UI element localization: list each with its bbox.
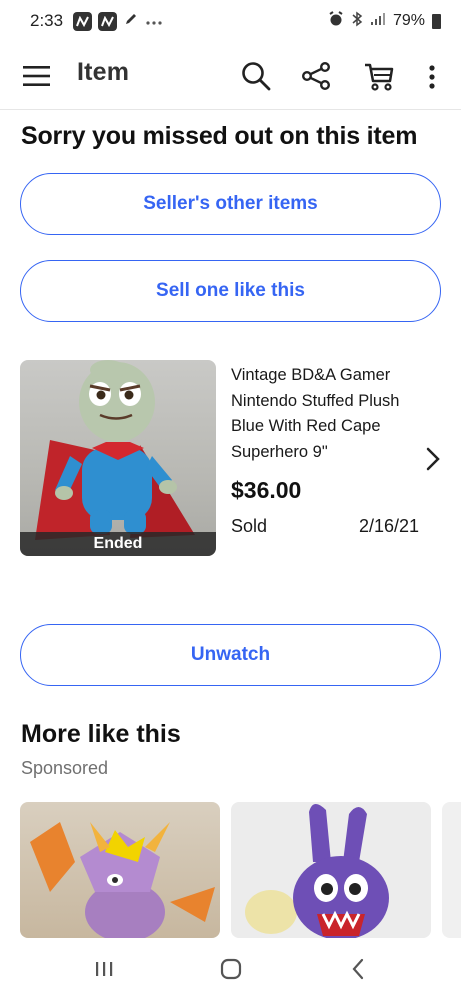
recommendation-card[interactable]	[442, 802, 461, 938]
menu-icon[interactable]	[22, 62, 50, 90]
more-dots-icon	[145, 11, 163, 31]
unwatch-button[interactable]: Unwatch	[20, 624, 441, 686]
home-icon[interactable]	[201, 949, 261, 989]
item-price: $36.00	[231, 477, 302, 503]
share-icon[interactable]	[300, 60, 332, 92]
item-title: Vintage BD&A Gamer Nintendo Stuffed Plus…	[231, 366, 400, 461]
status-time: 2:33	[30, 11, 64, 30]
status-left: 2:33	[30, 11, 163, 32]
overflow-menu-icon[interactable]	[422, 62, 442, 92]
recent-apps-icon[interactable]	[74, 949, 134, 989]
battery-percent: 79%	[392, 12, 425, 29]
system-nav-bar	[0, 938, 461, 1000]
bluetooth-icon	[351, 11, 363, 32]
sold-date: 2/16/21	[358, 516, 419, 536]
sellers-other-items-button[interactable]: Seller's other items	[20, 173, 441, 235]
ended-badge: Ended	[20, 532, 216, 556]
battery-icon	[432, 13, 441, 29]
sold-label: Sold	[231, 516, 268, 536]
recommendation-card[interactable]	[231, 802, 431, 938]
item-card[interactable]: Ended Vintage BD&A Gamer Nintendo Stuffe…	[20, 360, 441, 556]
item-image: Ended	[20, 360, 216, 556]
n-notification-icon	[98, 11, 118, 31]
search-icon[interactable]	[240, 60, 272, 92]
alarm-icon	[328, 10, 344, 32]
sponsored-label: Sponsored	[21, 758, 109, 778]
dragon-plush-illustration	[30, 822, 215, 938]
missed-out-heading: Sorry you missed out on this item	[21, 122, 418, 150]
plush-illustration	[35, 360, 195, 540]
recommendation-card[interactable]	[20, 802, 220, 938]
status-right: 79%	[328, 10, 441, 32]
sell-one-like-this-button[interactable]: Sell one like this	[20, 260, 441, 322]
n-notification-icon	[73, 11, 93, 31]
bunny-plush-illustration	[245, 803, 389, 938]
cart-icon[interactable]	[362, 60, 396, 94]
chevron-right-icon[interactable]	[425, 446, 441, 477]
status-bar: 2:33 79%	[0, 0, 461, 42]
signal-icon	[370, 12, 386, 31]
page-title: Item	[77, 58, 130, 86]
app-bar: Item	[0, 42, 461, 110]
pen-icon	[123, 11, 139, 32]
back-icon[interactable]	[328, 949, 388, 989]
more-like-this-title: More like this	[21, 720, 181, 748]
